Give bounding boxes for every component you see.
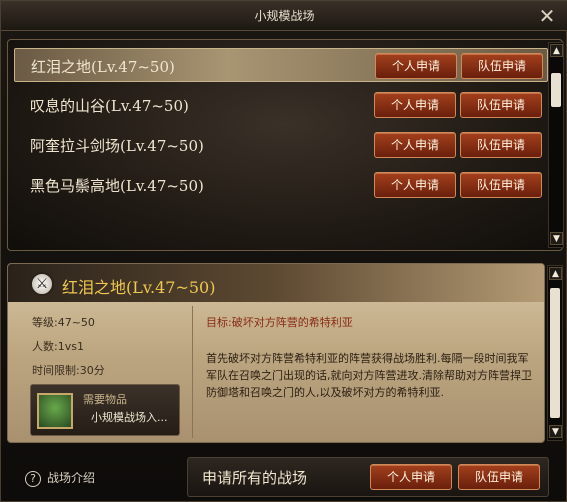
battlefield-name: 阿奎拉斗剑场(Lv.47~50) <box>30 137 204 155</box>
window-title: 小规模战场 <box>254 9 315 23</box>
ticket-item-icon[interactable] <box>37 393 73 429</box>
individual-apply-button[interactable]: 个人申请 <box>375 53 457 79</box>
individual-apply-button[interactable]: 个人申请 <box>374 172 456 198</box>
time-limit-info: 时间限制:30分 <box>32 364 105 377</box>
battlefield-row-2[interactable]: 叹息的山谷(Lv.47~50) 个人申请 队伍申请 <box>14 88 548 122</box>
detail-divider <box>192 306 193 438</box>
scroll-up-icon[interactable]: ▲ <box>549 267 562 280</box>
required-item-box[interactable]: 需要物品 小规模战场入... <box>30 384 180 436</box>
battlefield-intro-link[interactable]: ? 战场介绍 <box>25 469 95 487</box>
individual-apply-button[interactable]: 个人申请 <box>374 132 456 158</box>
players-info: 人数:1vs1 <box>32 340 84 353</box>
list-scroll-thumb[interactable] <box>551 73 561 107</box>
objective-text: 目标:破坏对方阵营的希特利亚 <box>206 316 353 329</box>
team-apply-button[interactable]: 队伍申请 <box>460 132 542 158</box>
detail-scroll-thumb[interactable] <box>550 288 560 418</box>
battlefield-list: 红泪之地(Lv.47~50) 个人申请 队伍申请 叹息的山谷(Lv.47~50)… <box>7 39 564 251</box>
team-apply-button[interactable]: 队伍申请 <box>460 172 542 198</box>
battlefield-detail: ⚔ 红泪之地(Lv.47~50) 等级:47~50 人数:1vs1 时间限制:3… <box>7 263 545 443</box>
required-item-name: 小规模战场入... <box>91 411 168 424</box>
battlefield-name: 黑色马鬃高地(Lv.47~50) <box>30 177 204 195</box>
question-icon: ? <box>25 471 41 487</box>
battlefield-name: 红泪之地(Lv.47~50) <box>31 58 175 76</box>
apply-all-label: 申请所有的战场 <box>202 469 308 487</box>
list-scrollbar[interactable]: ▲ ▼ <box>548 42 564 248</box>
description-text: 首先破坏对方阵营希特利亚的阵营获得战场胜利.每隔一段时间我军军队在召唤之门出现的… <box>206 352 532 399</box>
individual-apply-button[interactable]: 个人申请 <box>374 92 456 118</box>
title-bar[interactable]: 小规模战场 ✕ <box>1 1 567 31</box>
detail-title: 红泪之地(Lv.47~50) <box>62 278 216 297</box>
help-label: 战场介绍 <box>47 471 96 485</box>
close-icon[interactable]: ✕ <box>536 5 558 27</box>
scroll-down-icon[interactable]: ▼ <box>550 232 563 245</box>
battlefield-row-3[interactable]: 阿奎拉斗剑场(Lv.47~50) 个人申请 队伍申请 <box>14 128 548 162</box>
scroll-down-icon[interactable]: ▼ <box>549 425 562 438</box>
crossed-swords-icon: ⚔ <box>30 272 54 296</box>
battlefield-window: 小规模战场 ✕ 红泪之地(Lv.47~50) 个人申请 队伍申请 叹息的山谷(L… <box>0 0 567 502</box>
battlefield-row-4[interactable]: 黑色马鬃高地(Lv.47~50) 个人申请 队伍申请 <box>14 168 548 202</box>
required-item-label: 需要物品 <box>83 393 127 406</box>
detail-scrollbar[interactable]: ▲ ▼ <box>547 265 563 441</box>
battlefield-name: 叹息的山谷(Lv.47~50) <box>30 97 189 115</box>
apply-all-individual-button[interactable]: 个人申请 <box>370 464 452 490</box>
apply-all-team-button[interactable]: 队伍申请 <box>458 464 540 490</box>
battlefield-row-1[interactable]: 红泪之地(Lv.47~50) 个人申请 队伍申请 <box>14 48 548 82</box>
team-apply-button[interactable]: 队伍申请 <box>461 53 543 79</box>
detail-header: ⚔ 红泪之地(Lv.47~50) <box>8 264 544 302</box>
level-info: 等级:47~50 <box>32 316 95 329</box>
team-apply-button[interactable]: 队伍申请 <box>460 92 542 118</box>
apply-all-bar: 申请所有的战场 个人申请 队伍申请 <box>187 457 549 497</box>
scroll-up-icon[interactable]: ▲ <box>550 44 563 57</box>
